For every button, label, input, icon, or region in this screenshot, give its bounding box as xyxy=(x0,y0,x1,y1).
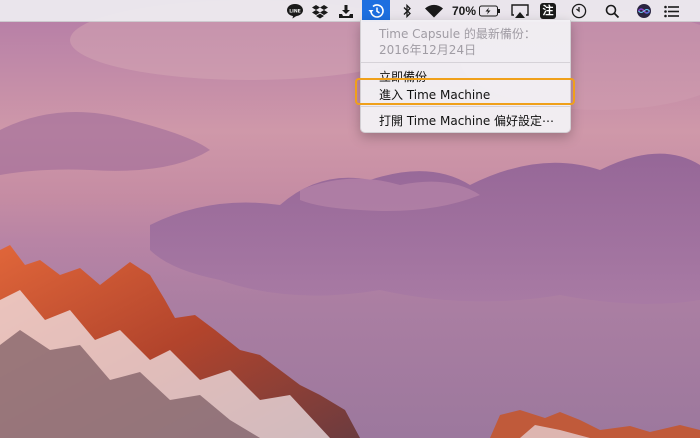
battery-icon xyxy=(479,5,501,17)
desktop-wallpaper xyxy=(0,0,700,438)
download-tray-icon[interactable] xyxy=(335,0,357,22)
bluetooth-icon[interactable] xyxy=(397,0,417,22)
highlight-annotation xyxy=(355,78,575,105)
input-method-label: 注 xyxy=(540,3,556,19)
dropbox-icon[interactable] xyxy=(309,0,331,22)
menu-separator xyxy=(361,62,570,63)
latest-backup-date: 2016年12月24日 xyxy=(379,41,476,58)
battery-percent: 70% xyxy=(452,4,476,18)
menu-bar: LINE 70% xyxy=(0,0,700,22)
siri-icon[interactable] xyxy=(633,0,655,22)
notification-center-icon[interactable] xyxy=(661,0,683,22)
time-machine-icon[interactable] xyxy=(362,0,390,22)
line-icon-label: LINE xyxy=(289,9,301,15)
wifi-icon[interactable] xyxy=(422,0,446,22)
line-icon[interactable]: LINE xyxy=(284,0,306,22)
spotlight-search-icon[interactable] xyxy=(601,0,623,22)
clock-icon[interactable] xyxy=(568,0,590,22)
open-time-machine-preferences-menu-item[interactable]: 打開 Time Machine 偏好設定⋯ xyxy=(379,112,554,129)
latest-backup-label: Time Capsule 的最新備份： xyxy=(379,25,536,42)
time-machine-menu: Time Capsule 的最新備份： 2016年12月24日 立即備份 進入 … xyxy=(360,20,571,133)
airplay-icon[interactable] xyxy=(509,0,531,22)
input-method-icon[interactable]: 注 xyxy=(538,0,558,22)
battery-indicator[interactable]: 70% xyxy=(452,0,504,22)
menu-separator xyxy=(361,106,570,107)
